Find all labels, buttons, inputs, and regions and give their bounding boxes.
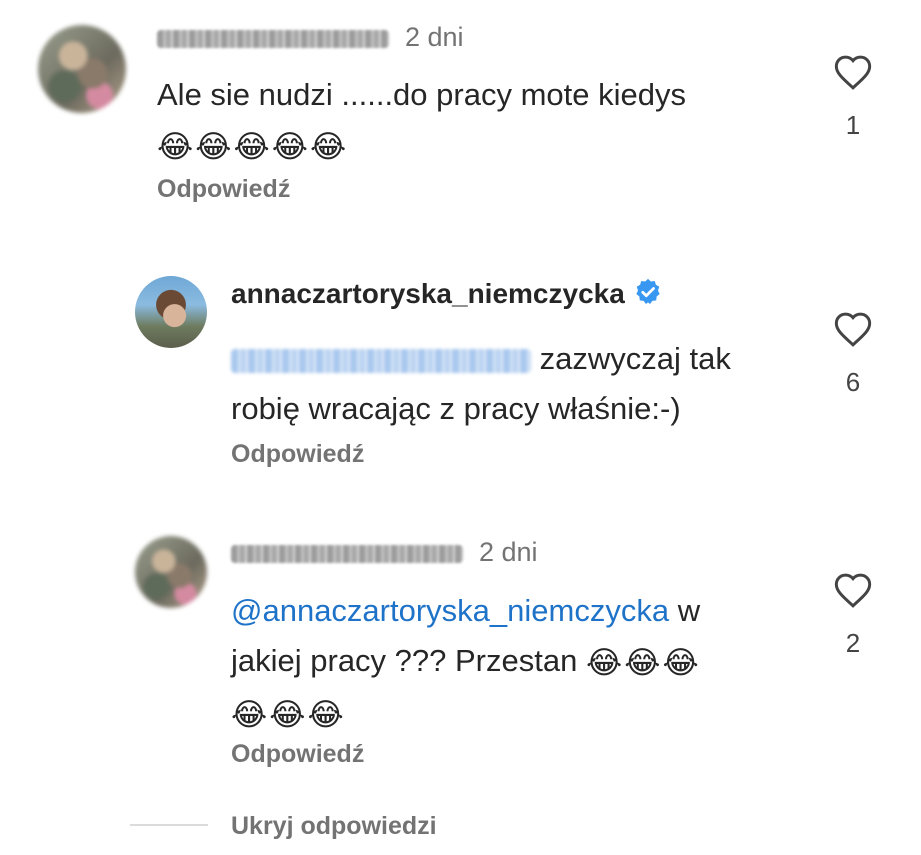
avatar[interactable] (38, 25, 126, 113)
laughing-emoji-icon: 😂 (233, 128, 270, 164)
mention-link[interactable]: @annaczartoryska_niemczycka (231, 593, 669, 628)
like-count: 1 (845, 110, 861, 140)
emoji-row: 😂😂😂 (231, 695, 346, 732)
comment-text-body: Ale sie nudzi ......do pracy mote kiedys (157, 77, 686, 112)
replies-divider (130, 824, 208, 826)
heart-icon (834, 573, 872, 608)
laughing-emoji-icon: 😂 (157, 128, 194, 164)
like-button[interactable] (833, 571, 873, 609)
emoji-row: 😂😂😂 (586, 643, 701, 680)
laughing-emoji-icon: 😂 (662, 644, 699, 680)
laughing-emoji-icon: 😂 (309, 128, 347, 164)
hide-replies-button[interactable]: Ukryj odpowiedzi (231, 812, 437, 841)
laughing-emoji-icon: 😂 (307, 696, 344, 732)
reply-button[interactable]: Odpowiedź (231, 440, 364, 469)
mention-blurred[interactable] (231, 348, 531, 373)
comment-text: zazwyczaj tak robię wracając z pracy wła… (231, 334, 821, 434)
username-blurred[interactable] (157, 30, 389, 48)
laughing-emoji-icon: 😂 (271, 128, 308, 164)
laughing-emoji-icon: 😂 (269, 696, 306, 732)
emoji-row: 😂😂😂😂😂 (157, 127, 348, 164)
comment-text-line1: zazwyczaj tak (539, 341, 731, 376)
laughing-emoji-icon: 😂 (585, 644, 623, 680)
comment-text-line2: robię wracając z pracy właśnie:-) (231, 391, 681, 426)
comment-time: 2 dni (405, 22, 464, 52)
username-label: annaczartoryska_niemczycka (231, 277, 625, 309)
reply-button[interactable]: Odpowiedź (157, 175, 290, 204)
avatar[interactable] (135, 276, 207, 348)
avatar[interactable] (135, 536, 207, 608)
comment-text-line2: jakiej pracy ??? Przestan (231, 643, 578, 678)
comment-text: @annaczartoryska_niemczycka w jakiej pra… (231, 586, 821, 740)
like-button[interactable] (833, 310, 873, 348)
laughing-emoji-icon: 😂 (231, 696, 268, 732)
username-blurred[interactable] (231, 545, 463, 563)
laughing-emoji-icon: 😂 (624, 644, 661, 680)
like-button[interactable] (833, 53, 873, 91)
reply-button[interactable]: Odpowiedź (231, 740, 364, 769)
verified-badge-icon (633, 277, 663, 314)
comment-text: Ale sie nudzi ......do pracy mote kiedys… (157, 70, 797, 172)
comment-username[interactable]: annaczartoryska_niemczycka (231, 277, 663, 314)
like-count: 6 (845, 367, 861, 397)
comment-time: 2 dni (479, 537, 538, 567)
heart-icon (834, 312, 872, 347)
like-count: 2 (845, 628, 861, 658)
laughing-emoji-icon: 😂 (195, 128, 232, 164)
heart-icon (834, 55, 872, 90)
comment-text-line1-tail: w (677, 593, 701, 628)
